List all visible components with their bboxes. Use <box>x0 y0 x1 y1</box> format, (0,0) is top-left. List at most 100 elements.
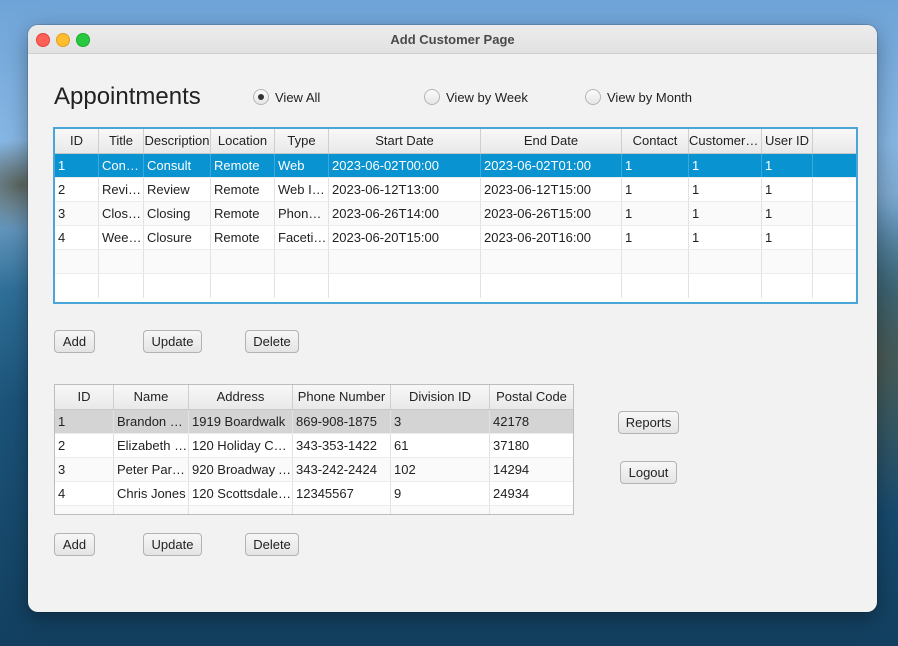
cell-customer-id: 1 <box>689 202 762 225</box>
cell-title: Review <box>99 178 144 201</box>
cell-type: Web Interview <box>275 178 329 201</box>
empty-cell <box>99 274 144 298</box>
cell-address: 1919 Boardwalk <box>189 410 293 433</box>
logout-button[interactable]: Logout <box>620 461 677 484</box>
cell-division-id: 3 <box>391 410 490 433</box>
empty-cell <box>211 274 275 298</box>
cell-customer-id: 1 <box>689 178 762 201</box>
cell-name: Brandon Green <box>114 410 189 433</box>
empty-cell <box>490 506 573 514</box>
empty-cell <box>329 274 481 298</box>
delete-customer-button[interactable]: Delete <box>245 533 299 556</box>
table-row[interactable]: 4 Chris Jones 120 Scottsdale Road 123455… <box>55 482 573 506</box>
empty-cell <box>762 274 813 298</box>
cell-phone-number: 869-908-1875 <box>293 410 391 433</box>
cell-id: 3 <box>55 458 114 481</box>
empty-row <box>55 274 856 298</box>
empty-cell <box>114 506 189 514</box>
column-header-description[interactable]: Description <box>144 129 211 153</box>
cell-start-date: 2023-06-02T00:00 <box>329 154 481 177</box>
radio-label: View All <box>275 89 321 105</box>
reports-button[interactable]: Reports <box>618 411 679 434</box>
cell-name: Peter Parker <box>114 458 189 481</box>
cell-user-id: 1 <box>762 154 813 177</box>
cell-title: Weekly <box>99 226 144 249</box>
cell-address: 120 Holiday Court <box>189 434 293 457</box>
cell-description: Closure <box>144 226 211 249</box>
empty-cell <box>689 274 762 298</box>
column-header-end-date[interactable]: End Date <box>481 129 622 153</box>
empty-cell <box>622 250 689 273</box>
table-row[interactable]: 3 Peter Parker 920 Broadway Avenue 343-2… <box>55 458 573 482</box>
radio-dot[interactable] <box>424 89 440 105</box>
cell-contact: 1 <box>622 178 689 201</box>
cell-user-id: 1 <box>762 226 813 249</box>
title-bar: Add Customer Page <box>28 25 877 54</box>
column-header-start-date[interactable]: Start Date <box>329 129 481 153</box>
column-header-division-id[interactable]: Division ID <box>391 385 490 409</box>
column-header-name[interactable]: Name <box>114 385 189 409</box>
cell-postal-code: 14294 <box>493 462 530 477</box>
radio-dot[interactable] <box>585 89 601 105</box>
column-header-id[interactable]: ID <box>55 385 114 409</box>
radio-label: View by Week <box>446 89 528 105</box>
empty-cell <box>481 274 622 298</box>
delete-appointment-button[interactable]: Delete <box>245 330 299 353</box>
column-header-address[interactable]: Address <box>189 385 293 409</box>
column-header-contact[interactable]: Contact <box>622 129 689 153</box>
column-header-id[interactable]: ID <box>55 129 99 153</box>
table-row[interactable]: 1 Brandon Green 1919 Boardwalk 869-908-1… <box>55 410 573 434</box>
column-header-phone-number[interactable]: Phone Number <box>293 385 391 409</box>
cell-postal-code: 24934 <box>493 486 530 501</box>
customers-table[interactable]: ID Name Address Phone Number Division ID… <box>54 384 574 515</box>
add-appointment-button[interactable]: Add <box>54 330 95 353</box>
cell-id: 4 <box>55 482 114 505</box>
empty-cell <box>144 250 211 273</box>
empty-cell <box>622 274 689 298</box>
radio-view-by-week[interactable]: View by Week <box>424 88 528 106</box>
appointments-table[interactable]: ID Title Description Location Type Start… <box>53 127 858 304</box>
update-appointment-button[interactable]: Update <box>143 330 202 353</box>
cell-address: 120 Scottsdale Road <box>189 482 293 505</box>
table-row[interactable]: 2 Elizabeth Bennet 120 Holiday Court 343… <box>55 434 573 458</box>
cell-phone-number: 343-353-1422 <box>293 434 391 457</box>
empty-cell <box>55 250 99 273</box>
cell-description: Review <box>144 178 211 201</box>
cell-postal-code: 37180 <box>493 438 530 453</box>
empty-cell <box>329 250 481 273</box>
cell-id: 1 <box>55 410 114 433</box>
empty-cell <box>391 506 490 514</box>
column-header-user-id[interactable]: User ID <box>762 129 813 153</box>
empty-row <box>55 250 856 274</box>
cell-start-date: 2023-06-12T13:00 <box>329 178 481 201</box>
update-customer-button[interactable]: Update <box>143 533 202 556</box>
radio-view-by-month[interactable]: View by Month <box>585 88 692 106</box>
table-row[interactable]: 2 Review Review Remote Web Interview 202… <box>55 178 856 202</box>
column-header-location[interactable]: Location <box>211 129 275 153</box>
add-customer-button[interactable]: Add <box>54 533 95 556</box>
column-header-customer-id[interactable]: Customer ID <box>689 129 762 153</box>
empty-cell <box>689 250 762 273</box>
cell-postal-code: 42178 <box>493 414 530 429</box>
column-header-type[interactable]: Type <box>275 129 329 153</box>
empty-cell <box>275 250 329 273</box>
table-row[interactable]: 4 Weekly Closure Remote Facetime 2023-06… <box>55 226 856 250</box>
cell-name: Chris Jones <box>114 482 189 505</box>
table-row[interactable]: 1 Consult Consult Remote Web 2023-06-02T… <box>55 154 856 178</box>
empty-cell <box>99 250 144 273</box>
empty-cell <box>275 274 329 298</box>
cell-id: 3 <box>55 202 99 225</box>
cell-user-id: 1 <box>762 178 813 201</box>
cell-contact: 1 <box>622 226 689 249</box>
cell-filler <box>813 154 856 177</box>
column-header-title[interactable]: Title <box>99 129 144 153</box>
empty-cell <box>813 274 856 298</box>
radio-dot[interactable] <box>253 89 269 105</box>
cell-id: 2 <box>55 434 114 457</box>
column-header-postal-code[interactable]: Postal Code <box>490 385 573 409</box>
cell-type: Web <box>275 154 329 177</box>
table-row[interactable]: 3 Closing Closing Remote Phone Call 2023… <box>55 202 856 226</box>
empty-cell <box>293 506 391 514</box>
radio-view-all[interactable]: View All <box>253 88 320 106</box>
app-window: Add Customer Page Appointments View All … <box>28 25 877 612</box>
